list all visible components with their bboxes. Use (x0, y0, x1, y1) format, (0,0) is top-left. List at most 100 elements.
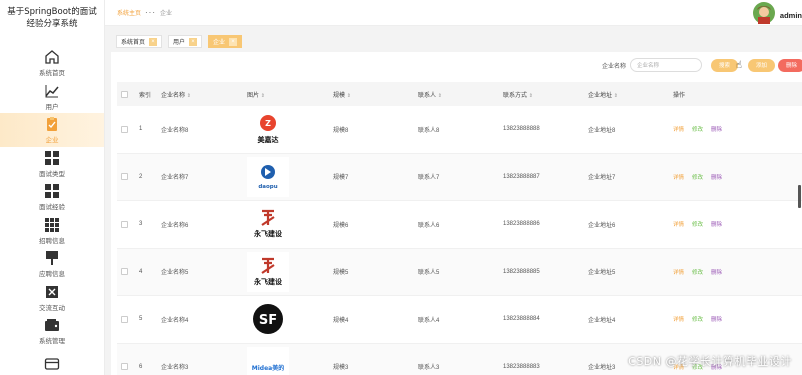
row-checkbox[interactable] (121, 173, 128, 181)
username: admin (779, 11, 802, 20)
user-menu[interactable]: admin (752, 2, 802, 29)
company-logo[interactable]: Z 美嘉达 (247, 109, 289, 150)
row-checkbox[interactable] (121, 220, 128, 228)
grid-icon (43, 182, 61, 200)
col-contact[interactable]: 联系人 ⇕ (418, 90, 503, 99)
company-scale: 规模7 (333, 175, 349, 182)
sidebar-item-more[interactable] (0, 348, 104, 375)
sort-icon[interactable]: ⇕ (187, 93, 191, 99)
breadcrumb-home[interactable]: 系统主页 (117, 8, 141, 17)
logo-text: daopu (258, 184, 277, 190)
sidebar-item-home[interactable]: 系统首页 (0, 46, 104, 80)
sort-icon[interactable]: ⇕ (261, 93, 265, 99)
sidebar-item-label: 用户 (45, 102, 59, 111)
company-logo[interactable]: daopu (247, 156, 289, 197)
search-button[interactable]: 搜索 (710, 58, 738, 72)
tag-home[interactable]: 系统首页 × (116, 35, 163, 48)
clipboard-check-icon (43, 115, 61, 133)
tag-label: 企业 (213, 40, 226, 46)
sidebar-item-interaction[interactable]: 交流互动 (0, 281, 104, 315)
logo-text: 永飞建设 (253, 277, 283, 286)
edit-button[interactable]: 修改 (692, 125, 703, 133)
select-all-checkbox[interactable] (121, 90, 128, 98)
detail-button[interactable]: 详情 (673, 268, 684, 276)
search-toolbar: 企业名称 企业名称 搜索 添加 删除 (602, 58, 802, 72)
row-checkbox[interactable] (121, 363, 128, 371)
close-icon[interactable]: × (149, 37, 158, 46)
row-checkbox[interactable] (121, 315, 128, 323)
add-button[interactable]: 添加 (747, 58, 775, 72)
col-contact-label: 联系人 (418, 92, 437, 99)
delete-row-button[interactable]: 删除 (711, 173, 722, 181)
company-logo[interactable]: 永飞建设 (247, 204, 289, 245)
delete-row-button[interactable]: 删除 (711, 125, 722, 133)
search-input[interactable]: 企业名称 (629, 58, 702, 72)
company-address: 企业地址7 (588, 175, 616, 182)
edit-button[interactable]: 修改 (692, 173, 703, 181)
row-checkbox[interactable] (121, 125, 128, 133)
sidebar-item-system[interactable]: 系统管理 (0, 314, 104, 348)
sidebar-menu: 系统首页 用户 企业 面试类型 面试经验 招聘信息 应聘信息 交流互动 系统管理 (0, 46, 104, 375)
col-image[interactable]: 图片 ⇕ (247, 90, 333, 99)
breadcrumb-separator: ··· (145, 8, 157, 17)
sidebar-item-recruitment[interactable]: 招聘信息 (0, 214, 104, 248)
main-panel: 企业名称 企业名称 搜索 添加 删除 ☝ 索引 企业名称 ⇕ 图片 ⇕ 规模 ⇕… (111, 52, 802, 375)
company-logo[interactable]: 永飞建设 (247, 251, 289, 292)
close-icon[interactable]: × (229, 37, 238, 46)
detail-button[interactable]: 详情 (673, 220, 684, 228)
company-logo[interactable]: Midea美的 (247, 346, 289, 375)
col-address-label: 企业地址 (588, 92, 613, 99)
table-row: 4 企业名称5 永飞建设 规模5 联系人5 13823888885 企业地址5 … (117, 248, 802, 296)
col-name[interactable]: 企业名称 ⇕ (161, 90, 247, 99)
col-scale[interactable]: 规模 ⇕ (333, 90, 418, 99)
row-checkbox[interactable] (121, 268, 128, 276)
sidebar-item-interview-experience[interactable]: 面试经验 (0, 180, 104, 214)
delete-row-button[interactable]: 删除 (711, 268, 722, 276)
edit-button[interactable]: 修改 (692, 220, 703, 228)
detail-button[interactable]: 详情 (673, 125, 684, 133)
row-actions: 详情 修改 删除 (673, 220, 793, 228)
tag-company[interactable]: 企业 × (208, 35, 243, 48)
delete-row-button[interactable]: 删除 (711, 315, 722, 323)
logo-text: 美嘉达 (258, 135, 279, 144)
delete-row-button[interactable]: 删除 (711, 220, 722, 228)
edit-button[interactable]: 修改 (692, 268, 703, 276)
row-index: 5 (139, 316, 143, 323)
tag-users[interactable]: 用户 × (168, 35, 203, 48)
logo-text: 永飞建设 (253, 229, 283, 238)
company-contact: 联系人4 (418, 317, 440, 324)
delete-button[interactable]: 删除 (777, 58, 802, 72)
grid-icon (43, 149, 61, 167)
sidebar-item-label: 系统首页 (39, 69, 65, 78)
col-phone[interactable]: 联系方式 ⇕ (503, 90, 588, 99)
sidebar-item-label: 系统管理 (39, 337, 65, 346)
row-select-cell (117, 363, 139, 371)
sort-icon[interactable]: ⇕ (614, 93, 618, 99)
wallet-icon (43, 316, 61, 334)
edit-button[interactable]: 修改 (692, 315, 703, 323)
company-name: 企业名称7 (161, 175, 189, 182)
scrollbar-thumb[interactable] (798, 185, 801, 208)
sort-icon[interactable]: ⇕ (347, 93, 351, 99)
sidebar-item-interview-type[interactable]: 面试类型 (0, 147, 104, 181)
sort-icon[interactable]: ⇕ (438, 93, 442, 99)
company-contact: 联系人5 (418, 270, 440, 277)
detail-button[interactable]: 详情 (673, 173, 684, 181)
company-address: 企业地址4 (588, 317, 616, 324)
company-contact: 联系人3 (418, 365, 440, 372)
row-index: 4 (139, 268, 143, 275)
sidebar-item-company[interactable]: 企业 (0, 113, 104, 147)
company-logo[interactable]: SF (247, 299, 289, 340)
row-index: 1 (139, 126, 143, 133)
sidebar-item-applications[interactable]: 应聘信息 (0, 247, 104, 281)
sort-icon[interactable]: ⇕ (529, 93, 533, 99)
detail-button[interactable]: 详情 (673, 315, 684, 323)
company-address: 企业地址6 (588, 222, 616, 229)
tag-label: 用户 (173, 40, 186, 46)
company-scale: 规模6 (333, 222, 349, 229)
col-address[interactable]: 企业地址 ⇕ (588, 90, 673, 99)
close-icon[interactable]: × (189, 37, 198, 46)
sidebar-item-users[interactable]: 用户 (0, 80, 104, 114)
company-logo-cell: 永飞建设 (247, 204, 333, 245)
svg-text:Z: Z (265, 119, 271, 128)
